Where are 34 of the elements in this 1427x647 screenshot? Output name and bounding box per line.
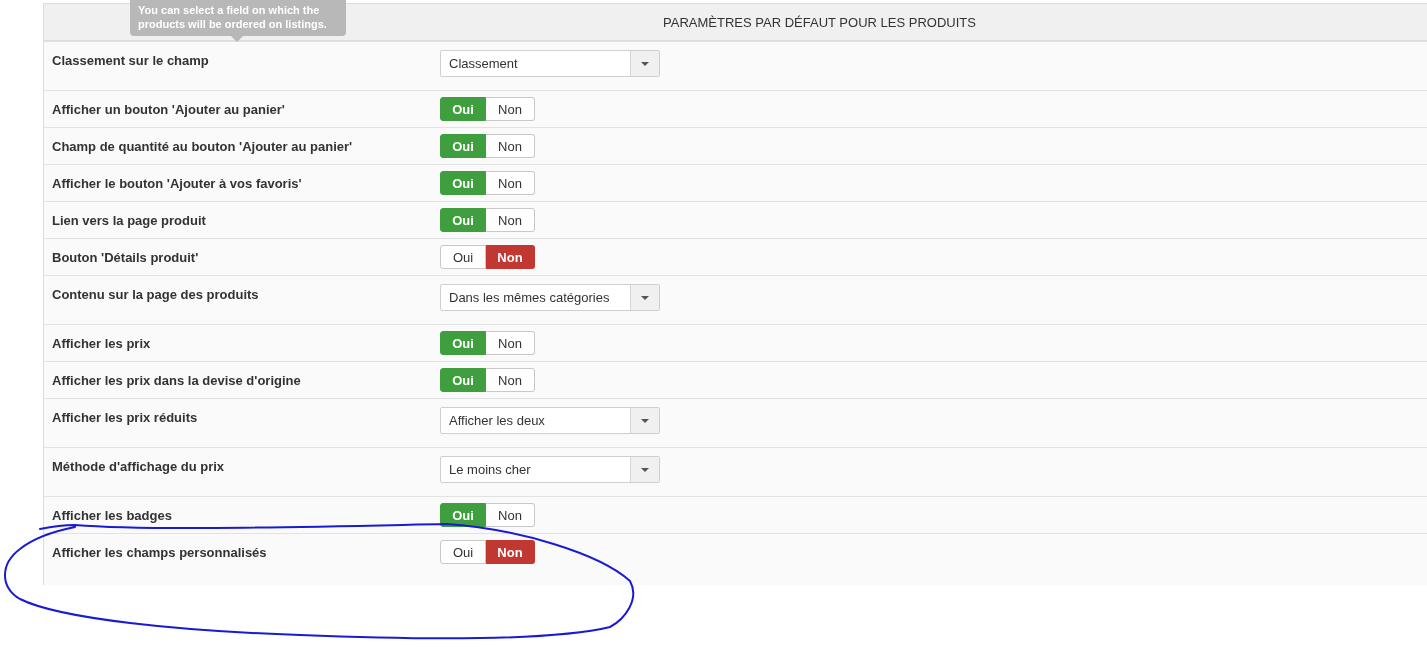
- caret-icon: [641, 61, 649, 66]
- setting-label: Afficher les badges: [52, 508, 172, 523]
- tooltip: You can select a field on which the products will be ordered on listings.: [130, 0, 346, 42]
- setting-label: Afficher les prix: [52, 336, 151, 351]
- toggle-option[interactable]: Non: [486, 245, 535, 269]
- setting-label: Classement sur le champ: [52, 53, 209, 68]
- toggle-option[interactable]: Non: [486, 503, 535, 527]
- setting-label: Afficher le bouton 'Ajouter à vos favoris': [52, 176, 302, 191]
- panel-title: PARAMÈTRES PAR DÉFAUT POUR LES PRODUITS: [663, 14, 976, 30]
- dropdown[interactable]: Dans les mêmes catégories: [440, 284, 660, 311]
- toggle-option[interactable]: Non: [486, 368, 535, 392]
- toggle-option[interactable]: Non: [486, 540, 535, 564]
- setting-label: Lien vers la page produit: [52, 213, 206, 228]
- caret-icon: [641, 295, 649, 300]
- setting-label: Bouton 'Détails produit': [52, 250, 199, 265]
- toggle-option[interactable]: Non: [486, 208, 535, 232]
- toggle-option[interactable]: Non: [486, 97, 535, 121]
- toggle-option[interactable]: Oui: [440, 245, 486, 269]
- dropdown[interactable]: Classement: [440, 50, 660, 77]
- toggle-option[interactable]: Oui: [440, 540, 486, 564]
- setting-label: Afficher les champs personnalisés: [52, 545, 267, 560]
- dropdown[interactable]: Afficher les deux: [440, 407, 660, 434]
- caret-icon: [641, 418, 649, 423]
- setting-label: Méthode d'affichage du prix: [52, 459, 225, 474]
- setting-label: Contenu sur la page des produits: [52, 287, 259, 302]
- dropdown[interactable]: Le moins cher: [440, 456, 660, 483]
- setting-label: Afficher un bouton 'Ajouter au panier': [52, 102, 285, 117]
- caret-icon: [641, 467, 649, 472]
- toggle-option[interactable]: Non: [486, 331, 535, 355]
- setting-label: Afficher les prix dans la devise d'origine: [52, 373, 301, 388]
- setting-label: Champ de quantité au bouton 'Ajouter au panier': [52, 139, 353, 154]
- setting-label: Afficher les prix réduits: [52, 410, 198, 425]
- toggle-option[interactable]: Non: [486, 134, 535, 158]
- toggle-option[interactable]: Non: [486, 171, 535, 195]
